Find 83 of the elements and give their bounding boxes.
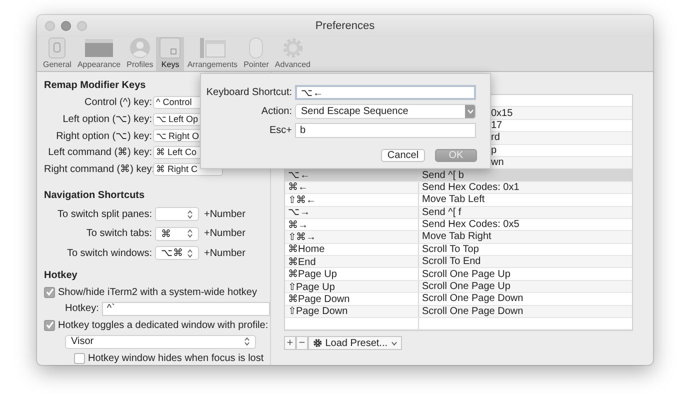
toolbar-tab[interactable]: Profiles: [124, 37, 156, 71]
toolbar-tab[interactable]: Arrangements: [184, 37, 241, 71]
remove-button[interactable]: −: [296, 336, 308, 350]
table-cell: Scroll To Top: [422, 244, 479, 255]
close-button[interactable]: [45, 21, 55, 31]
section-heading: Navigation Shortcuts: [44, 190, 145, 204]
checkbox-label: Hotkey window hides when focus is lost: [88, 352, 264, 364]
field-label: Control (^) key:: [84, 96, 152, 108]
table-cell: Move Tab Right: [422, 231, 492, 242]
table-cell: Scroll One Page Down: [422, 306, 524, 317]
suffix-label: +Number: [204, 248, 246, 259]
chevron-icon: [390, 340, 397, 346]
field-label: Hotkey:: [65, 303, 99, 314]
toolbar-tab[interactable]: Pointer: [240, 37, 272, 71]
field-label: Left option (⌥) key:: [62, 113, 152, 126]
field-label: To switch tabs:: [85, 228, 152, 240]
table-cell: Scroll One Page Up: [422, 281, 510, 292]
text-field[interactable]: b: [295, 123, 476, 138]
table-cell: ⌥→: [288, 206, 310, 218]
field-label: Keyboard Shortcut:: [205, 87, 293, 98]
table-cell: ⌥←: [288, 169, 310, 182]
add-button[interactable]: +: [284, 336, 296, 350]
table-cell: wn: [491, 157, 504, 168]
table-cell: ⌘←: [288, 181, 308, 194]
stepper-icon: [187, 229, 193, 238]
table-cell: ⌘Page Up: [288, 268, 337, 280]
table-cell: ⇧⌘→: [288, 231, 316, 243]
toolbar-tab[interactable]: Advanced: [272, 37, 314, 71]
chevron-icon: [465, 105, 475, 118]
table-cell: Send ^[ b: [422, 170, 464, 181]
action-popup[interactable]: Send Escape Sequence: [295, 104, 476, 119]
table-cell: Send Hex Codes: 0x5: [422, 219, 520, 230]
field-label: Left command (⌘) key:: [47, 146, 152, 158]
table-cell: rd: [491, 132, 500, 144]
profile-popup[interactable]: Visor: [65, 334, 256, 349]
suffix-label: +Number: [204, 208, 246, 220]
stepper-icon: [187, 248, 193, 258]
checkbox[interactable]: [44, 320, 55, 331]
toolbar-tab[interactable]: Appearance: [74, 37, 124, 71]
modifier-stepper[interactable]: ⌘: [155, 226, 199, 241]
table-cell: Scroll One Page Up: [422, 268, 510, 280]
text-field[interactable]: ⌥←: [295, 85, 476, 100]
field-label: Right option (⌥) key:: [55, 130, 152, 142]
section-heading: Remap Modifier Keys: [44, 80, 146, 93]
table-cell: ⌘→: [288, 218, 308, 231]
load-preset-popup[interactable]: Load Preset...: [308, 336, 402, 350]
stepper-icon: [244, 337, 250, 346]
modifier-stepper[interactable]: ⌥⌘: [155, 246, 199, 260]
table-cell: 17: [491, 120, 502, 131]
window-title: Preferences: [315, 20, 375, 32]
table-cell: ⌘End: [288, 256, 316, 268]
modifier-stepper[interactable]: [155, 207, 199, 222]
field-label: Right command (⌘) key:: [44, 163, 152, 176]
zoom-button[interactable]: [77, 21, 87, 31]
field-label: Esc+: [268, 125, 293, 136]
cancel-button[interactable]: Cancel: [381, 149, 425, 162]
table-cell: ⇧Page Down: [288, 305, 348, 318]
table-cell: ⇧Page Up: [288, 280, 335, 293]
table-cell: Send ^[ f: [422, 206, 462, 218]
suffix-label: +Number: [204, 228, 246, 240]
field-label: To switch windows:: [66, 248, 152, 259]
checkbox[interactable]: [44, 286, 55, 298]
gear-icon: [313, 338, 322, 348]
table-cell: Move Tab Left: [422, 194, 485, 206]
table-cell: Scroll To End: [422, 256, 481, 268]
table-cell: 0x15: [491, 108, 513, 119]
table-cell: ⇧⌘←: [288, 194, 316, 206]
toolbar-tab[interactable]: Keys: [156, 37, 184, 71]
checkbox-label: Show/hide iTerm2 with a system-wide hotkey: [58, 286, 257, 298]
stepper-icon: [187, 210, 193, 219]
table-cell: ⌘Page Down: [288, 292, 350, 305]
checkbox-label: Hotkey toggles a dedicated window with profile:: [58, 320, 268, 331]
hotkey-field[interactable]: ^`: [102, 302, 270, 316]
section-heading: Hotkey: [44, 270, 78, 283]
table-cell: ⌘Home: [288, 243, 325, 256]
field-label: Action:: [260, 106, 293, 117]
checkbox[interactable]: [74, 352, 85, 364]
field-label: To switch split panes:: [56, 208, 152, 220]
minimize-button[interactable]: [61, 21, 71, 31]
toolbar-tab[interactable]: General: [40, 37, 74, 71]
table-cell: Send Hex Codes: 0x1: [422, 182, 520, 193]
table-cell: Scroll One Page Down: [422, 293, 524, 304]
table-cell: p: [491, 144, 497, 156]
